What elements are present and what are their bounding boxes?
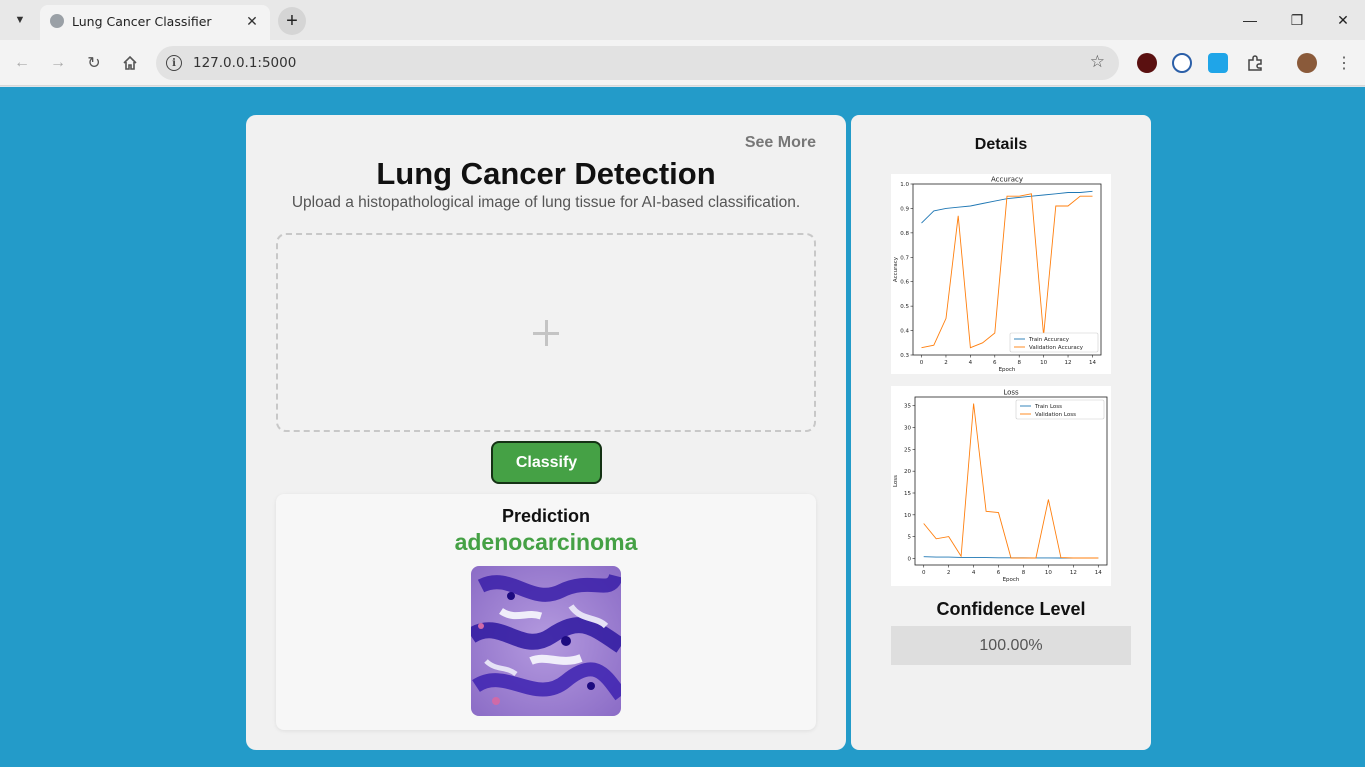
minimize-icon[interactable]: — <box>1238 8 1262 32</box>
extension-check-icon[interactable] <box>1208 53 1228 73</box>
y-tick-label: 20 <box>904 469 911 475</box>
globe-icon <box>50 14 64 28</box>
confidence-title: Confidence Level <box>936 599 1086 619</box>
y-tick-label: 10 <box>904 513 911 519</box>
chart-title: Accuracy <box>991 176 1023 184</box>
y-tick-label: 35 <box>904 404 911 410</box>
x-axis-label: Epoch <box>1003 577 1020 583</box>
browser-tab[interactable]: Lung Cancer Classifier ✕ <box>40 5 270 40</box>
extension-blue-icon[interactable] <box>1172 53 1192 73</box>
y-axis-label: Loss <box>893 475 899 487</box>
x-tick-label: 10 <box>1045 570 1052 576</box>
classify-button[interactable]: Classify <box>491 441 602 484</box>
image-upload-dropzone[interactable] <box>276 233 816 432</box>
browser-menu-icon[interactable]: ⋮ <box>1332 51 1356 75</box>
legend-label: Validation Accuracy <box>1029 345 1084 351</box>
plus-icon <box>533 319 559 346</box>
y-tick-label: 25 <box>904 447 911 453</box>
prediction-card: Prediction adenocarcinoma <box>276 494 816 730</box>
y-tick-label: 15 <box>904 491 911 497</box>
legend-label: Train Loss <box>1034 404 1062 410</box>
x-tick-label: 12 <box>1065 360 1072 366</box>
close-tab-icon[interactable]: ✕ <box>242 11 262 31</box>
tab-title: Lung Cancer Classifier <box>72 14 212 29</box>
y-tick-label: 5 <box>908 535 912 541</box>
x-tick-label: 2 <box>944 360 948 366</box>
tab-search-chevron-icon[interactable]: ▼ <box>8 8 32 32</box>
chart-title: Loss <box>1003 389 1019 397</box>
x-tick-label: 0 <box>922 570 926 576</box>
x-tick-label: 2 <box>947 570 951 576</box>
x-tick-label: 4 <box>972 570 976 576</box>
x-tick-label: 6 <box>993 360 997 366</box>
forward-icon[interactable]: → <box>46 51 70 75</box>
y-tick-label: 0.5 <box>900 304 909 310</box>
url-text[interactable]: 127.0.0.1:5000 <box>193 55 296 71</box>
close-window-icon[interactable]: ✕ <box>1331 8 1355 32</box>
x-axis-label: Epoch <box>999 367 1016 373</box>
address-bar[interactable]: i 127.0.0.1:5000 ☆ <box>156 46 1119 80</box>
details-panel: Details Accuracy 0 2 4 6 8 10 12 14 0.3 0.4 0.5 0.6 0… <box>851 115 1151 750</box>
x-tick-label: 6 <box>997 570 1001 576</box>
page-background: See More Lung Cancer Detection Upload a … <box>0 87 1365 767</box>
legend-label: Train Accuracy <box>1028 337 1070 343</box>
x-tick-label: 4 <box>969 360 973 366</box>
y-tick-label: 0.7 <box>900 255 909 261</box>
x-tick-label: 0 <box>920 360 924 366</box>
profile-avatar[interactable] <box>1297 53 1317 73</box>
bookmark-star-icon[interactable]: ☆ <box>1090 52 1105 72</box>
tissue-image <box>471 566 621 716</box>
detection-card: See More Lung Cancer Detection Upload a … <box>246 115 846 750</box>
new-tab-button[interactable]: + <box>278 7 306 35</box>
x-tick-label: 14 <box>1095 570 1102 576</box>
y-tick-label: 0 <box>908 556 912 562</box>
accuracy-plot: Accuracy 0 2 4 6 8 10 12 14 0.3 0.4 0.5 0.6 0.7 0.8 0.9… <box>891 174 1111 374</box>
x-tick-label: 14 <box>1089 360 1096 366</box>
y-tick-label: 0.8 <box>900 231 909 237</box>
confidence-value: 100.00% <box>891 626 1131 665</box>
prediction-label: Prediction <box>501 506 590 526</box>
back-icon[interactable]: ← <box>10 51 34 75</box>
legend-label: Validation Loss <box>1035 412 1076 418</box>
page-title: Lung Cancer Detection <box>376 156 716 191</box>
y-tick-label: 0.9 <box>900 206 909 212</box>
x-tick-label: 8 <box>1022 570 1026 576</box>
restore-icon[interactable]: ❐ <box>1285 8 1309 32</box>
tab-strip: ▼ Lung Cancer Classifier ✕ + — ❐ ✕ <box>0 0 1365 40</box>
extensions-puzzle-icon[interactable] <box>1243 51 1267 75</box>
prediction-value: adenocarcinoma <box>454 529 638 555</box>
y-tick-label: 0.4 <box>900 329 909 335</box>
y-tick-label: 1.0 <box>900 182 909 188</box>
see-more-link[interactable]: See More <box>745 134 816 152</box>
extension-red-icon[interactable] <box>1137 53 1157 73</box>
x-tick-label: 12 <box>1070 570 1077 576</box>
loss-plot: Loss 0 2 4 6 8 10 12 14 0 5 10 15 20 25 30 35 Epoch Loss Tr… <box>891 386 1111 586</box>
details-title: Details <box>974 136 1028 153</box>
x-tick-label: 8 <box>1017 360 1021 366</box>
browser-toolbar: ← → ↻ i 127.0.0.1:5000 ☆ ⋮ <box>0 40 1365 86</box>
y-tick-label: 30 <box>904 426 911 432</box>
y-axis-label: Accuracy <box>893 256 899 282</box>
home-icon[interactable] <box>118 51 142 75</box>
plot-frame <box>914 396 1108 566</box>
site-info-icon[interactable]: i <box>166 55 182 71</box>
page-subtitle: Upload a histopathological image of lung… <box>291 194 801 211</box>
y-tick-label: 0.3 <box>900 353 909 359</box>
reload-icon[interactable]: ↻ <box>82 51 106 75</box>
y-tick-label: 0.6 <box>900 280 909 286</box>
x-tick-label: 10 <box>1040 360 1047 366</box>
